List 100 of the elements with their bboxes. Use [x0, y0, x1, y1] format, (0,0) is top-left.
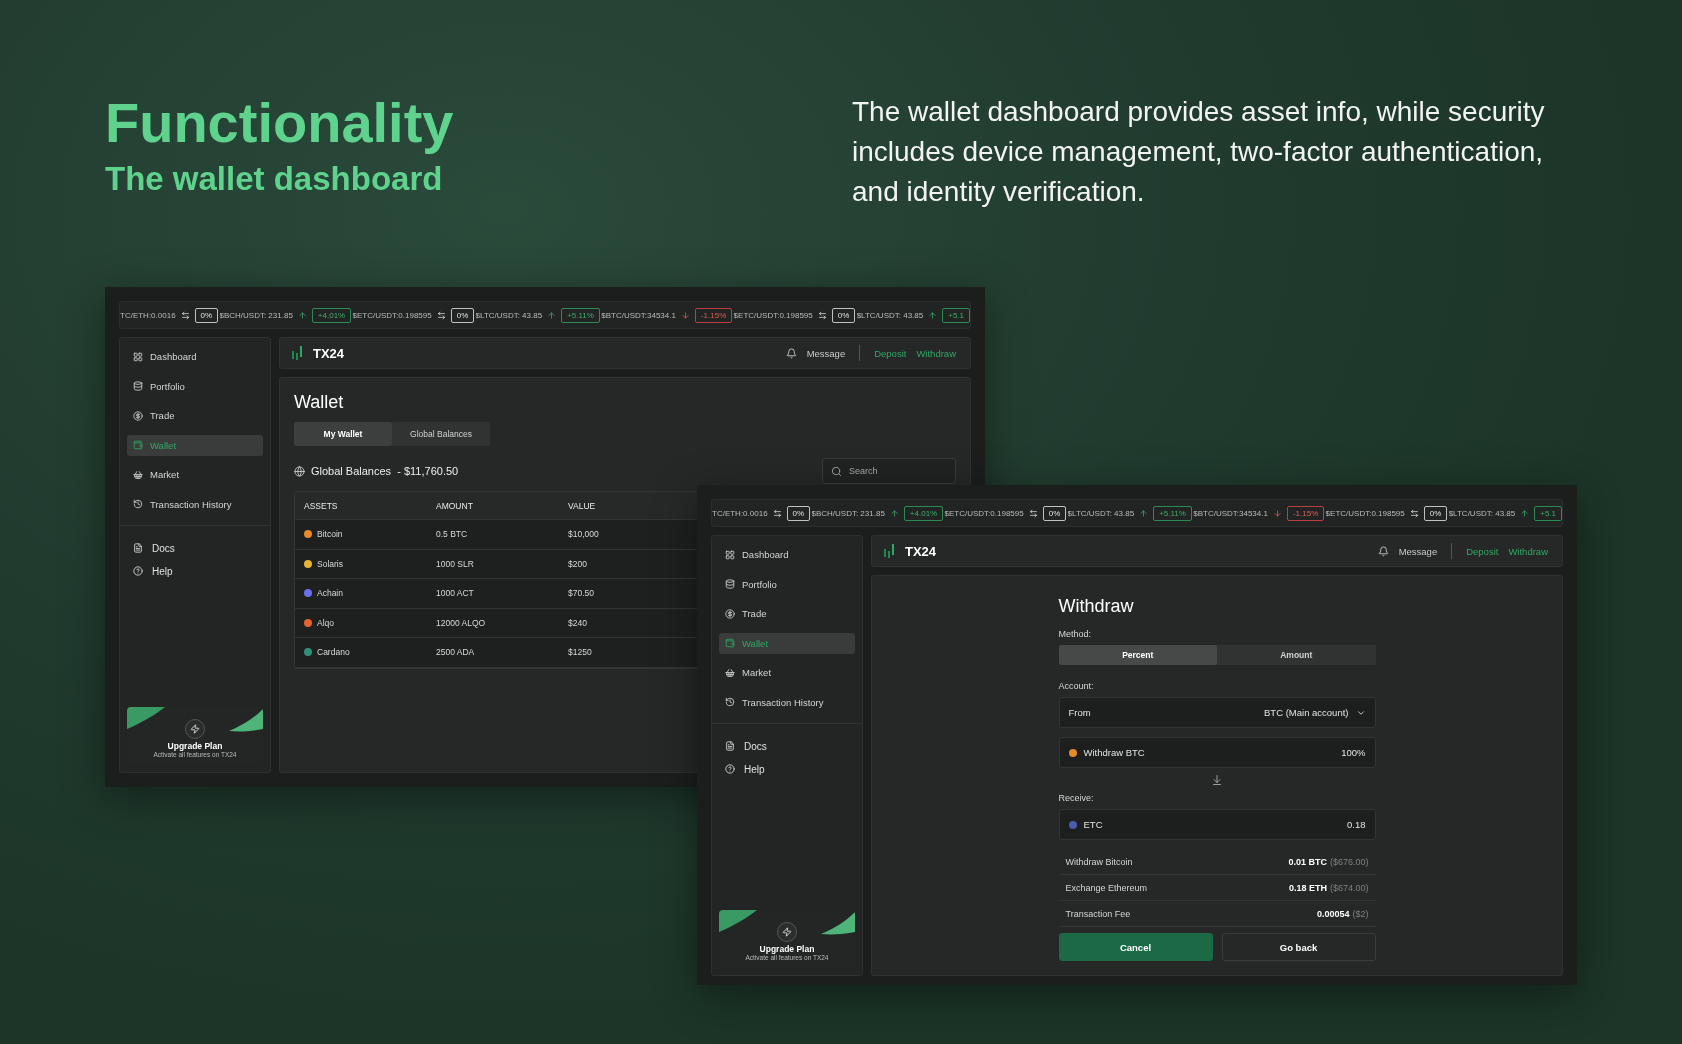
search-field[interactable]: Search	[822, 458, 956, 484]
nav-item[interactable]: Wallet	[719, 632, 855, 654]
summary-usd: ($2)	[1352, 908, 1369, 919]
message-link[interactable]: Message	[806, 347, 846, 359]
table-cell-text: 1000 SLR	[436, 558, 475, 569]
header-link[interactable]: Withdraw	[1508, 545, 1548, 557]
change-badge: +4.01%	[311, 307, 352, 323]
ticker-pair: $ETC/USDT:0.198595	[733, 310, 813, 320]
table-cell-text: $1250	[568, 647, 593, 658]
database-icon	[133, 381, 143, 391]
ticker-pair: $ETC/USDT:0.198595	[944, 508, 1024, 518]
summary-value: 0.00054	[1316, 908, 1350, 919]
page-title: Withdraw	[1058, 596, 1135, 617]
ticker-pair: $LTC/USDT: 43.85	[856, 310, 924, 320]
header-link[interactable]: Deposit	[874, 347, 907, 359]
wave-drawing	[229, 709, 263, 732]
header-link[interactable]: Withdraw	[916, 347, 956, 359]
nav-item[interactable]: Help	[719, 761, 855, 777]
message-link[interactable]: Message	[1398, 545, 1438, 557]
method-option[interactable]: Amount	[1217, 645, 1376, 665]
nav-item[interactable]: Dashboard	[719, 544, 855, 565]
wave-drawing	[719, 910, 757, 932]
table-cell: Cardano	[304, 647, 436, 658]
field-label: Account:	[1058, 681, 1095, 691]
change-badge: +5.11%	[1153, 505, 1192, 521]
nav-item[interactable]: Docs	[127, 540, 263, 556]
nav-item[interactable]: Transaction History	[719, 691, 855, 713]
table-cell-text: 2500 ADA	[436, 647, 476, 658]
ticker-pair: $LTC/USDT: 43.85	[1448, 508, 1516, 518]
bell-icon[interactable]	[1377, 545, 1389, 557]
nav-item[interactable]: Transaction History	[127, 493, 263, 515]
account-select[interactable]: From BTC (Main account)	[1058, 697, 1376, 728]
brand-name: TX24	[313, 345, 345, 361]
cancel-button[interactable]: Cancel	[1058, 933, 1213, 961]
field-label: Method:	[1058, 629, 1093, 639]
globe-icon	[294, 465, 305, 477]
nav-item[interactable]: Portfolio	[127, 375, 263, 397]
help-icon	[133, 566, 143, 576]
amount-field[interactable]: Withdraw BTC 100%	[1058, 737, 1376, 768]
change-badge: +5.11%	[561, 307, 600, 323]
nav-item[interactable]: Help	[127, 563, 263, 579]
change-badge: -1.15%	[1286, 505, 1325, 521]
change-badge: 0%	[194, 307, 219, 323]
change-badge: 0%	[1042, 505, 1067, 521]
receive-field[interactable]: ETC 0.18	[1058, 809, 1376, 840]
document-icon	[133, 543, 143, 553]
column-header: ASSETS	[304, 500, 339, 511]
table-cell-text: 1000 ACT	[436, 588, 475, 599]
ticker-pair: $BTC/USDT:34534.1	[1193, 508, 1268, 518]
method-option[interactable]: Percent	[1058, 645, 1217, 665]
change-badge: 0%	[1423, 505, 1448, 521]
ticker-pair: $BCH/USDT: 231.85	[811, 508, 885, 518]
change-badge: +4.01%	[903, 505, 944, 521]
summary-label: Exchange Ethereum	[1065, 882, 1148, 893]
slide-description: The wallet dashboard provides asset info, while security includes device management, two-factor authentication, and identity verification.	[852, 95, 1546, 209]
nav-item[interactable]: Market	[719, 662, 855, 683]
table-cell-text: $200	[568, 558, 588, 569]
nav-item[interactable]: Portfolio	[719, 573, 855, 595]
tab[interactable]: Global Balances	[392, 422, 490, 446]
history-icon	[725, 697, 735, 707]
ticker-pair: $LTC/USDT: 43.85	[475, 310, 543, 320]
nav-item[interactable]: Trade	[719, 603, 855, 624]
wallet-icon	[133, 440, 143, 450]
help-icon	[725, 764, 735, 774]
ticker-pair: $ETC/USDT:0.198595	[1325, 508, 1405, 518]
nav-item[interactable]: Trade	[127, 405, 263, 426]
summary-value: 0.01 BTC	[1288, 856, 1327, 867]
page-title: Wallet	[294, 392, 345, 413]
nav-item[interactable]: Wallet	[127, 434, 263, 456]
document-icon	[725, 741, 735, 751]
dashboard-icon	[725, 549, 735, 560]
nav-item[interactable]: Docs	[719, 738, 855, 754]
tab[interactable]: My Wallet	[294, 422, 392, 446]
nav-item[interactable]: Market	[127, 464, 263, 485]
change-badge: +5.1	[1534, 505, 1562, 521]
back-button[interactable]: Go back	[1221, 933, 1376, 961]
table-cell: Achain	[304, 588, 436, 599]
logo-icon	[292, 346, 303, 360]
change-badge: 0%	[786, 505, 811, 521]
summary-label: Withdraw Bitcoin	[1065, 856, 1133, 867]
table-cell-text: 12000 ALQO	[436, 617, 487, 628]
slide-subtitle: The wallet dashboard	[105, 159, 444, 198]
summary-usd: ($676.00)	[1329, 856, 1369, 867]
search-input[interactable]: Search	[849, 459, 947, 483]
header-link[interactable]: Deposit	[1466, 545, 1499, 557]
wave-drawing	[821, 912, 855, 935]
basket-icon	[133, 469, 143, 480]
table-cell-text: $10,000	[568, 529, 600, 540]
table-cell-text: 0.5 BTC	[436, 529, 469, 540]
bell-icon[interactable]	[785, 347, 797, 359]
change-badge: +5.1	[942, 307, 970, 323]
ticker-pair: TC/ETH:0.0016	[120, 310, 176, 320]
change-badge: 0%	[450, 307, 475, 323]
field-label: Receive:	[1058, 793, 1095, 803]
download-icon	[1211, 774, 1223, 786]
lightning-icon	[185, 719, 205, 739]
table-cell: Solaris	[304, 558, 436, 569]
summary-value: 0.18 ETH	[1288, 882, 1327, 893]
ticker-pair: $BTC/USDT:34534.1	[601, 310, 676, 320]
nav-item[interactable]: Dashboard	[127, 346, 263, 367]
